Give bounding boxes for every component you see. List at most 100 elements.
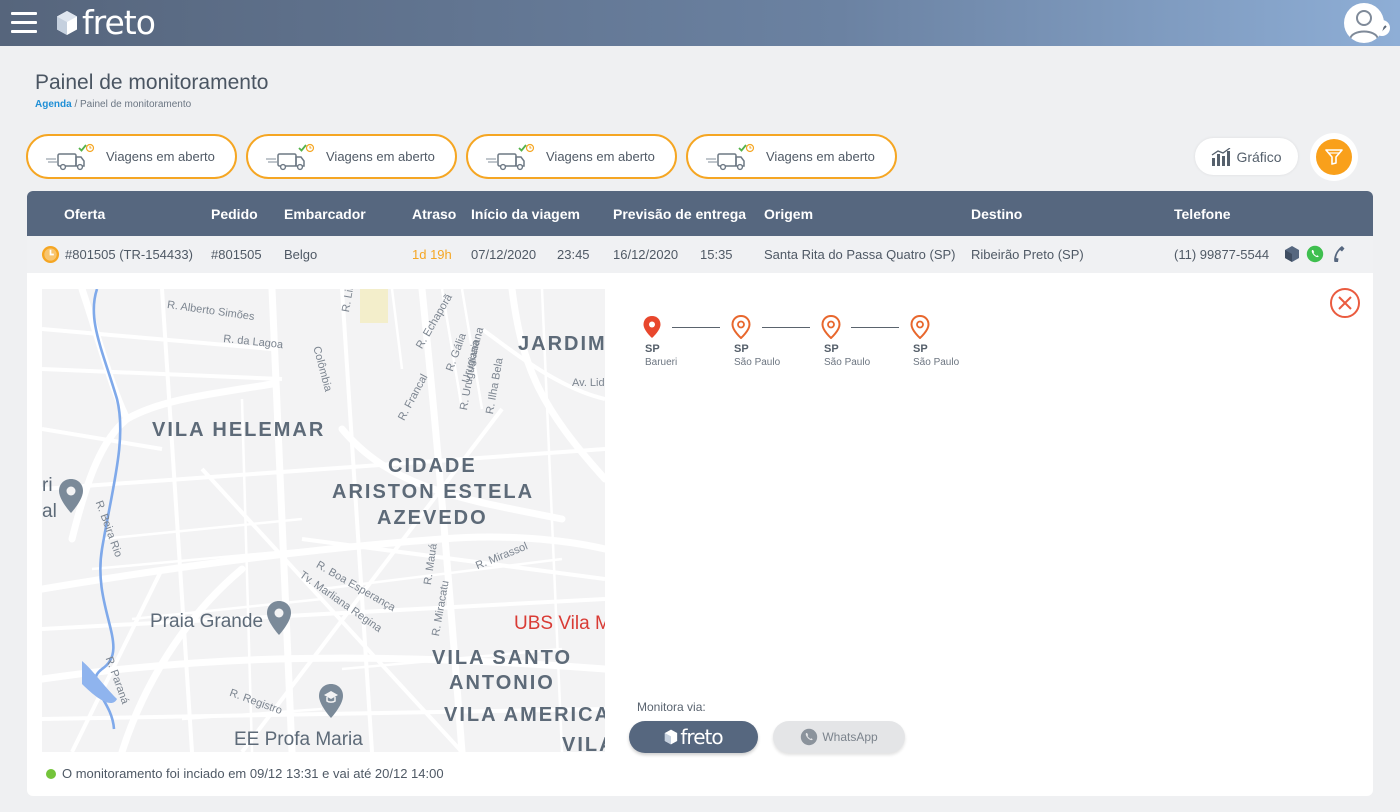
phone-icon[interactable]: [1330, 245, 1346, 263]
status-message: O monitoramento foi inciado em 09/12 13:…: [62, 766, 444, 781]
cell-oferta: #801505 (TR-154433): [65, 247, 193, 262]
cell-telefone: (11) 99877-5544: [1174, 247, 1270, 262]
cell-inicio-hora: 23:45: [557, 247, 590, 262]
truck-clock-icon: [46, 143, 95, 170]
cell-atraso: 1d 19h: [412, 247, 452, 262]
whatsapp-icon[interactable]: [1306, 245, 1324, 263]
stop-city: São Paulo: [913, 357, 960, 368]
neighborhood-label: VILA AMERICA: [444, 704, 605, 726]
stop-city: Barueri: [645, 357, 678, 368]
whatsapp-icon: [801, 728, 818, 746]
col-pedido[interactable]: Pedido: [211, 206, 258, 222]
card-viagens-em-aberto-3[interactable]: Viagens em aberto: [466, 134, 677, 179]
neighborhood-label: VILA HELEMAR: [152, 419, 326, 441]
neighborhood-label: VILA SANTO: [432, 647, 573, 669]
street-label: Av. Lida: [572, 377, 605, 389]
grafico-button[interactable]: Gráfico: [1195, 138, 1298, 175]
place-label: EE Profa Maria: [234, 729, 363, 750]
neighborhood-label: AZEVEDO: [377, 507, 488, 529]
avatar: [1344, 3, 1384, 43]
row-actions: [1284, 245, 1346, 263]
breadcrumb-separator: /: [74, 99, 78, 110]
col-telefone[interactable]: Telefone: [1174, 206, 1231, 222]
cell-origem: Santa Rita do Passa Quatro (SP): [764, 247, 956, 262]
breadcrumb: Agenda / Painel de monitoramento: [35, 99, 191, 110]
hamburger-menu-icon[interactable]: [11, 12, 37, 34]
route-connector: [851, 327, 899, 328]
place-label: Praia Grande: [150, 611, 264, 632]
truck-clock-icon: [266, 143, 315, 170]
card-label: Viagens em aberto: [766, 149, 875, 164]
neighborhood-label: JARDIM: [518, 333, 605, 355]
col-atraso[interactable]: Atraso: [412, 206, 456, 222]
card-viagens-em-aberto-1[interactable]: Viagens em aberto: [26, 134, 237, 179]
monitor-whatsapp-button[interactable]: WhatsApp: [773, 721, 905, 753]
map-pin-icon[interactable]: [266, 600, 292, 636]
freto-label: freto: [680, 725, 723, 749]
neighborhood-label: VILA: [562, 734, 605, 752]
route-stop[interactable]: SP São Paulo: [821, 314, 870, 368]
place-label: al: [42, 501, 57, 522]
grafico-label: Gráfico: [1236, 148, 1282, 165]
route-stop[interactable]: SP São Paulo: [910, 314, 959, 368]
table-header: Oferta Pedido Embarcador Atraso Início d…: [27, 191, 1373, 236]
col-destino[interactable]: Destino: [971, 206, 1022, 222]
page-title: Painel de monitoramento: [35, 71, 269, 94]
neighborhood-label: CIDADE: [388, 455, 477, 477]
place-label: ri: [42, 475, 53, 496]
map-pin-icon[interactable]: [58, 478, 84, 514]
whatsapp-label: WhatsApp: [822, 730, 878, 744]
place-label: UBS Vila M: [514, 613, 605, 634]
close-icon[interactable]: [1329, 287, 1361, 319]
location-pin-icon: [910, 314, 930, 340]
trips-table: Oferta Pedido Embarcador Atraso Início d…: [27, 191, 1373, 796]
location-pin-icon: [643, 316, 661, 338]
cube-logo-icon: [57, 11, 77, 35]
cell-embarcador: Belgo: [284, 247, 318, 262]
clock-icon: [41, 245, 60, 264]
truck-clock-icon: [706, 143, 755, 170]
stop-uf: SP: [824, 343, 839, 355]
col-oferta[interactable]: Oferta: [64, 206, 105, 222]
trip-filter-cards: Viagens em aberto Viagens em aberto Viag…: [26, 134, 897, 179]
map[interactable]: R. Alberto Simões R. da Lagoa R. Lins Co…: [42, 289, 605, 752]
stop-uf: SP: [913, 343, 928, 355]
monitor-freto-button[interactable]: freto: [629, 721, 758, 753]
top-bar: freto: [0, 0, 1400, 46]
card-viagens-em-aberto-2[interactable]: Viagens em aberto: [246, 134, 457, 179]
route-connector: [762, 327, 810, 328]
monitora-via-label: Monitora via:: [637, 700, 706, 714]
user-menu[interactable]: [1344, 3, 1390, 43]
col-embarcador[interactable]: Embarcador: [284, 206, 366, 222]
stop-city: São Paulo: [824, 357, 871, 368]
app-logo[interactable]: freto: [56, 3, 156, 42]
filter-button[interactable]: [1310, 133, 1358, 181]
stop-uf: SP: [645, 343, 660, 355]
stop-city: São Paulo: [734, 357, 781, 368]
cell-destino: Ribeirão Preto (SP): [971, 247, 1084, 262]
card-label: Viagens em aberto: [106, 149, 215, 164]
location-pin-icon: [821, 314, 841, 340]
route-connector: [672, 327, 720, 328]
truck-clock-icon: [486, 143, 535, 170]
card-viagens-em-aberto-4[interactable]: Viagens em aberto: [686, 134, 897, 179]
cell-previsao-data: 16/12/2020: [613, 247, 679, 262]
cell-previsao-hora: 15:35: [700, 247, 733, 262]
school-pin-icon[interactable]: [318, 683, 344, 719]
col-previsao-entrega[interactable]: Previsão de entrega: [613, 206, 746, 222]
table-row[interactable]: #801505 (TR-154433) #801505 Belgo 1d 19h…: [27, 236, 1373, 273]
route-stop[interactable]: SP São Paulo: [731, 314, 780, 368]
status-dot: [46, 768, 56, 779]
breadcrumb-home-link[interactable]: Agenda: [35, 99, 72, 110]
freto-cube-icon[interactable]: [1284, 245, 1300, 263]
bar-chart-icon: [1212, 147, 1231, 166]
user-icon: [1349, 10, 1379, 40]
col-inicio-viagem[interactable]: Início da viagem: [471, 206, 580, 222]
route-stop[interactable]: SP Barueri: [642, 315, 677, 368]
cell-pedido: #801505: [211, 247, 262, 262]
monitoring-status: O monitoramento foi inciado em 09/12 13:…: [46, 766, 444, 781]
col-origem[interactable]: Origem: [764, 206, 813, 222]
breadcrumb-current: Painel de monitoramento: [80, 99, 192, 110]
neighborhood-label: ANTONIO: [449, 672, 555, 694]
logo-text: freto: [82, 3, 156, 42]
